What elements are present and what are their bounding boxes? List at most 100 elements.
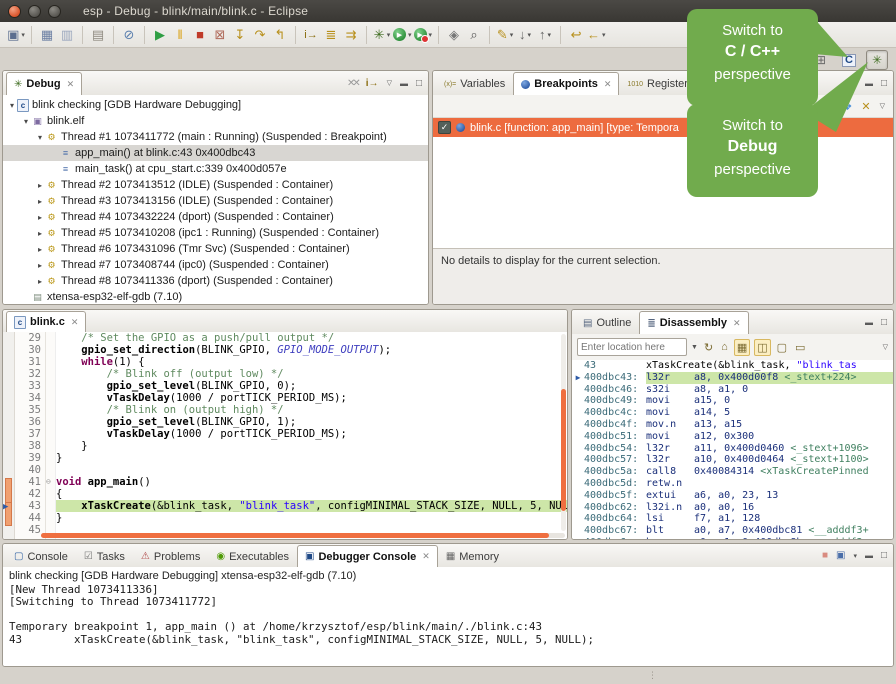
tab-tasks[interactable]: ☑Tasks [76, 545, 133, 567]
editor-body[interactable]: ▶ 2930313233343536373839404142434445 ⊖ /… [3, 332, 567, 539]
step-into-button[interactable]: ↧ [231, 25, 249, 45]
maximize-icon[interactable]: □ [416, 78, 422, 89]
dropdown-arrow-icon[interactable]: ▾ [602, 31, 606, 39]
resume-button[interactable]: ▶ [151, 25, 169, 45]
cpp-perspective-button[interactable]: C [838, 50, 860, 70]
navigate-icon[interactable]: ↻ [702, 340, 715, 355]
tree-row[interactable]: ▸⚙Thread #8 1073411336 (dport) (Suspende… [3, 273, 428, 289]
tab-debug[interactable]: ✳ Debug ✕ [6, 72, 82, 95]
last-edit-location-button[interactable]: ↩ [567, 25, 585, 45]
tab-memory[interactable]: ▦Memory [438, 545, 507, 567]
tree-expander-icon[interactable]: ▸ [35, 245, 45, 254]
view-menu-icon[interactable]: ▽ [387, 79, 392, 87]
save-button[interactable]: ▦ [38, 25, 56, 45]
console-body[interactable]: blink checking [GDB Hardware Debugging] … [3, 567, 893, 666]
tree-row[interactable]: ▤xtensa-esp32-elf-gdb (7.10) [3, 289, 428, 304]
tree-expander-icon[interactable]: ▸ [35, 261, 45, 270]
close-icon[interactable]: ✕ [71, 317, 79, 328]
disasm-row[interactable]: 400dbc54:l32ra11, 0x400d0460 <_stext+109… [572, 443, 893, 455]
dropdown-arrow-icon[interactable]: ▾ [429, 31, 433, 39]
editor-hscrollbar[interactable] [41, 533, 565, 538]
display-console-icon[interactable]: ▣ [836, 550, 845, 561]
dropdown-arrow-icon[interactable]: ▾ [510, 31, 514, 39]
disasm-row[interactable]: 400dbc64:lsif7, a1, 128 [572, 513, 893, 525]
maximize-icon[interactable]: □ [881, 78, 887, 89]
disasm-row[interactable]: 400dbc57:l32ra10, 0x400d0464 <_stext+110… [572, 454, 893, 466]
disassembly-body[interactable]: 43xTaskCreate(&blink_task, "blink_tas▶40… [572, 360, 893, 539]
back-button[interactable]: ←▾ [587, 25, 606, 45]
disconnect-button[interactable]: ⊠ [211, 25, 229, 45]
tab-problems[interactable]: ⚠Problems [133, 545, 208, 567]
tree-row[interactable]: ▸⚙Thread #2 1073413512 (IDLE) (Suspended… [3, 177, 428, 193]
tab-console[interactable]: ▢Console [6, 545, 76, 567]
pin-view-icon[interactable]: ▭ [793, 340, 807, 355]
remove-all-terminated-button[interactable]: ✕✕ [347, 78, 358, 89]
dropdown-arrow-icon[interactable]: ▾ [853, 552, 857, 560]
tree-row[interactable]: ≡main_task() at cpu_start.c:339 0x400d05… [3, 161, 428, 177]
close-icon[interactable]: ✕ [733, 318, 741, 329]
step-return-button[interactable]: ↰ [271, 25, 289, 45]
tree-row[interactable]: ▸⚙Thread #4 1073432224 (dport) (Suspende… [3, 209, 428, 225]
disasm-row[interactable]: 400dbc5a:call80x40084314 <xTaskCreatePin… [572, 466, 893, 478]
terminate-console-icon[interactable]: ■ [822, 550, 828, 561]
tree-expander-icon[interactable]: ▸ [35, 197, 45, 206]
fold-marker[interactable]: ⊖ [46, 476, 55, 488]
minimize-icon[interactable]: ▬ [865, 79, 873, 88]
close-icon[interactable]: ✕ [604, 79, 612, 90]
dropdown-arrow-icon[interactable]: ▾ [528, 31, 532, 39]
window-close-button[interactable] [8, 5, 21, 18]
tree-row[interactable]: ▾⚙Thread #1 1073411772 (main : Running) … [3, 129, 428, 145]
maximize-icon[interactable]: □ [881, 317, 887, 328]
tree-row[interactable]: ▾cblink checking [GDB Hardware Debugging… [3, 97, 428, 113]
disasm-row[interactable]: 400dbc4c:movia14, 5 [572, 407, 893, 419]
link-with-debug-icon[interactable]: ❖ [843, 100, 853, 113]
view-menu-icon[interactable]: ▽ [880, 102, 885, 110]
view-menu-icon[interactable]: ▽ [883, 343, 888, 351]
tree-row[interactable]: ▸⚙Thread #5 1073410208 (ipc1 : Running) … [3, 225, 428, 241]
external-tools-button[interactable]: ▶▾ [414, 25, 433, 45]
breakpoint-row[interactable]: ✓ blink.c [function: app_main] [type: Te… [433, 118, 893, 137]
run-button[interactable]: ▶▾ [393, 25, 412, 45]
mark-occurrences-button[interactable]: ✎▾ [496, 25, 514, 45]
build-button[interactable]: ▤ [89, 25, 107, 45]
maximize-icon[interactable]: □ [881, 550, 887, 561]
tree-row[interactable]: ▸⚙Thread #7 1073408744 (ipc0) (Suspended… [3, 257, 428, 273]
window-minimize-button[interactable] [28, 5, 41, 18]
instruction-step-mode-button[interactable]: i→ [366, 78, 379, 89]
tab-disassembly[interactable]: ≣Disassembly✕ [639, 311, 748, 334]
disasm-row[interactable]: 400dbc67:blta0, a7, 0x400dbc81 <__adddf3… [572, 525, 893, 537]
sync-context-toggle-icon[interactable]: ◫ [754, 339, 770, 356]
suspend-button[interactable]: ‖ [171, 25, 189, 45]
tab-breakpoints[interactable]: Breakpoints✕ [513, 72, 619, 95]
debug-button[interactable]: ✳▾ [373, 25, 391, 45]
open-new-view-icon[interactable]: ▢ [775, 340, 789, 355]
save-all-button[interactable]: ▥ [58, 25, 76, 45]
skip-all-breakpoints-button[interactable]: ⊘ [120, 25, 138, 45]
tab-outline[interactable]: ▤Outline [575, 311, 639, 334]
skip-all-breakpoints-icon[interactable]: ✕ [861, 100, 870, 113]
tree-expander-icon[interactable]: ▾ [21, 117, 31, 126]
hscroll-thumb[interactable] [41, 533, 549, 538]
tree-expander-icon[interactable]: ▸ [35, 213, 45, 222]
minimize-icon[interactable]: ▬ [400, 79, 408, 88]
breakpoint-checkbox[interactable]: ✓ [438, 121, 451, 134]
disasm-row[interactable]: 43xTaskCreate(&blink_task, "blink_tas [572, 360, 893, 372]
dropdown-arrow-icon[interactable]: ▾ [21, 31, 25, 39]
tree-expander-icon[interactable]: ▸ [35, 181, 45, 190]
instruction-stepping-button[interactable]: i→ [302, 25, 320, 45]
next-annotation-button[interactable]: ↓▾ [516, 25, 534, 45]
show-debug-columns-button[interactable]: ≣ [322, 25, 340, 45]
location-input[interactable] [577, 338, 687, 356]
tab-executables[interactable]: ◉Executables [208, 545, 297, 567]
close-icon[interactable]: ✕ [67, 79, 75, 90]
disasm-row[interactable]: 400dbc62:l32i.na0, a0, 16 [572, 502, 893, 514]
minimize-icon[interactable]: ▬ [865, 551, 873, 560]
disasm-row[interactable]: 400dbc51:movia12, 0x300 [572, 431, 893, 443]
home-icon[interactable]: ⌂ [719, 340, 730, 354]
tree-expander-icon[interactable]: ▾ [7, 101, 17, 110]
dropdown-arrow-icon[interactable]: ▾ [408, 31, 412, 39]
use-step-filters-button[interactable]: ⇉ [342, 25, 360, 45]
tab-variables[interactable]: (x)=Variables [436, 72, 513, 95]
window-maximize-button[interactable] [48, 5, 61, 18]
disasm-row[interactable]: 400dbc6a:bnonea0, a1, 0x400dbc8b <__addd… [572, 537, 893, 539]
